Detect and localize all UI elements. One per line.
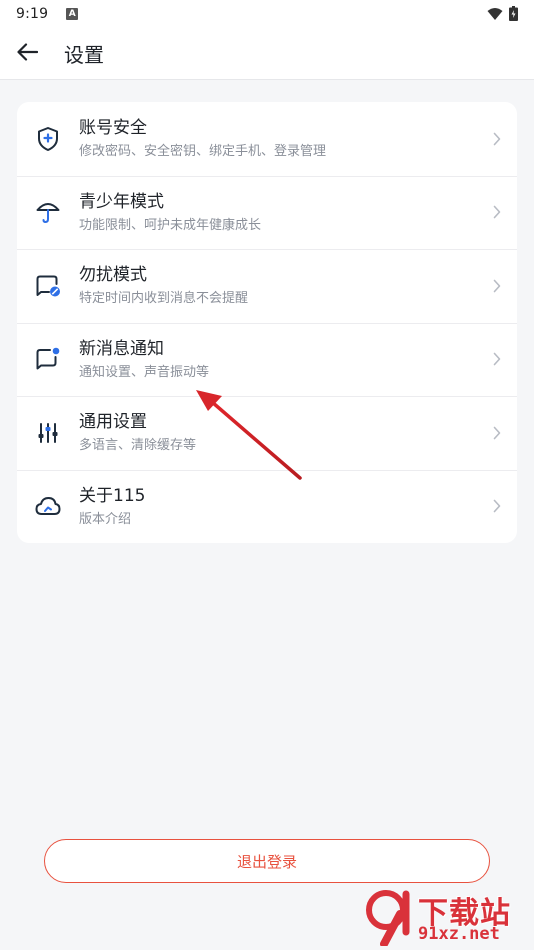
page-title: 设置	[64, 43, 104, 67]
umbrella-icon	[17, 199, 77, 225]
settings-list: 账号安全 修改密码、安全密钥、绑定手机、登录管理 青少年模式 功能限制、呵护未成…	[17, 102, 517, 543]
message-dot-icon	[17, 346, 77, 372]
settings-item-do-not-disturb[interactable]: 勿扰模式 特定时间内收到消息不会提醒	[17, 249, 517, 323]
cloud-icon	[17, 495, 77, 517]
watermark-logo-icon	[366, 890, 410, 946]
back-button[interactable]	[0, 28, 54, 80]
notification-a-icon: A	[66, 8, 79, 20]
item-title: 新消息通知	[79, 338, 164, 359]
wifi-icon	[487, 6, 503, 25]
settings-item-account-security[interactable]: 账号安全 修改密码、安全密钥、绑定手机、登录管理	[17, 102, 517, 176]
chevron-right-icon	[477, 426, 517, 440]
watermark: 下载站 91xz.net	[360, 888, 530, 948]
logout-button[interactable]: 退出登录	[44, 839, 490, 883]
chevron-right-icon	[477, 279, 517, 293]
item-title: 通用设置	[79, 412, 147, 433]
status-right	[487, 6, 518, 25]
item-title: 青少年模式	[79, 191, 164, 212]
arrow-left-icon	[16, 42, 39, 65]
item-subtitle: 功能限制、呵护未成年健康成长	[79, 217, 262, 233]
item-title: 账号安全	[79, 118, 147, 139]
item-title: 勿扰模式	[79, 265, 147, 286]
item-subtitle: 通知设置、声音振动等	[79, 364, 210, 380]
chevron-right-icon	[477, 205, 517, 219]
sliders-icon	[17, 421, 77, 445]
chevron-right-icon	[477, 499, 517, 513]
chevron-right-icon	[477, 132, 517, 146]
do-not-disturb-icon	[17, 273, 77, 299]
app-header: 设置	[0, 28, 534, 80]
settings-item-teen-mode[interactable]: 青少年模式 功能限制、呵护未成年健康成长	[17, 175, 517, 250]
settings-item-general-settings[interactable]: 通用设置 多语言、清除缓存等	[17, 396, 517, 470]
item-subtitle: 特定时间内收到消息不会提醒	[79, 291, 249, 307]
settings-item-about-115[interactable]: 关于115 版本介绍	[17, 469, 517, 544]
status-time: 9:19	[16, 6, 49, 22]
item-subtitle: 多语言、清除缓存等	[79, 438, 197, 454]
status-bar: 9:19 A	[0, 0, 534, 28]
settings-item-new-message-notification[interactable]: 新消息通知 通知设置、声音振动等	[17, 322, 517, 397]
item-title: 关于115	[79, 485, 146, 506]
shield-plus-icon	[17, 126, 77, 152]
chevron-right-icon	[477, 352, 517, 366]
item-subtitle: 版本介绍	[79, 511, 132, 527]
item-subtitle: 修改密码、安全密钥、绑定手机、登录管理	[79, 144, 327, 160]
watermark-url: 91xz.net	[418, 924, 500, 944]
battery-icon	[509, 6, 518, 25]
